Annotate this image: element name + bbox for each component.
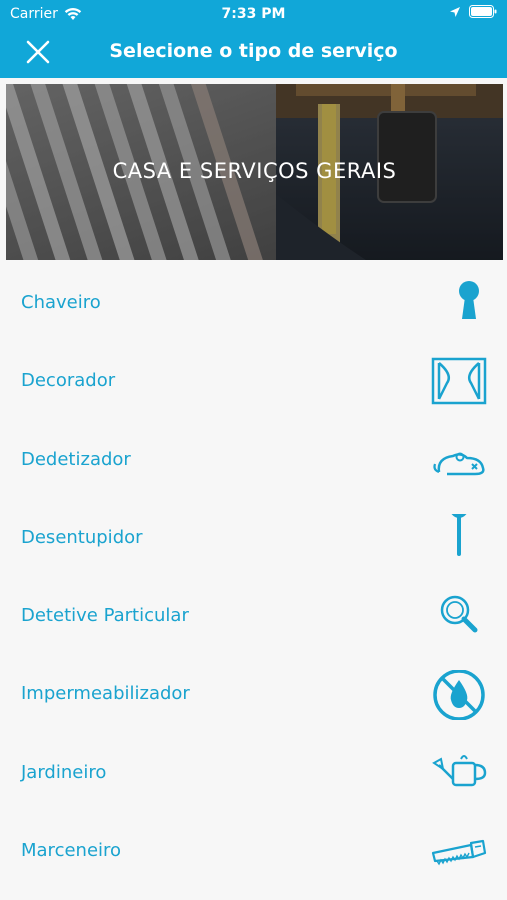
service-label: Dedetizador xyxy=(21,448,131,470)
saw-icon xyxy=(431,839,487,866)
service-item-impermeabilizador[interactable]: Impermeabilizador xyxy=(0,657,507,735)
close-button[interactable] xyxy=(22,38,54,68)
service-list: Chaveiro Decorador Dedetizador Desentupi… xyxy=(0,266,507,892)
service-label: Decorador xyxy=(21,370,116,392)
service-item-jardineiro[interactable]: Jardineiro xyxy=(0,736,507,814)
curtain-window-icon xyxy=(431,358,487,405)
status-bar: Carrier 7:33 PM xyxy=(0,0,507,28)
service-label: Desentupidor xyxy=(21,526,143,548)
service-label: Impermeabilizador xyxy=(21,683,190,705)
service-item-decorador[interactable]: Decorador xyxy=(0,344,507,422)
location-arrow-icon xyxy=(450,6,460,17)
service-label: Jardineiro xyxy=(21,761,107,783)
battery-icon xyxy=(469,5,497,18)
category-banner: CASA E SERVIÇOS GERAIS xyxy=(6,84,503,260)
service-label: Detetive Particular xyxy=(21,605,189,627)
keyhole-icon xyxy=(459,281,479,319)
service-label: Marceneiro xyxy=(21,840,122,862)
status-time: 7:33 PM xyxy=(221,6,286,22)
banner-title: CASA E SERVIÇOS GERAIS xyxy=(112,159,397,183)
page-title: Selecione o tipo de serviço xyxy=(109,40,398,62)
magnifier-icon xyxy=(440,595,478,633)
close-icon xyxy=(26,40,50,64)
nav-bar: Selecione o tipo de serviço xyxy=(0,28,507,78)
service-item-marceneiro[interactable]: Marceneiro xyxy=(0,814,507,892)
status-right xyxy=(449,5,497,18)
mouse-icon xyxy=(433,452,485,475)
plunger-icon xyxy=(451,513,467,556)
service-item-desentupidor[interactable]: Desentupidor xyxy=(0,501,507,579)
service-label: Chaveiro xyxy=(21,292,101,313)
service-item-dedetizador[interactable]: Dedetizador xyxy=(0,423,507,501)
service-item-detetive-particular[interactable]: Detetive Particular xyxy=(0,579,507,657)
service-item-chaveiro[interactable]: Chaveiro xyxy=(0,266,507,344)
watering-can-icon xyxy=(432,754,487,787)
no-water-icon xyxy=(433,670,485,721)
